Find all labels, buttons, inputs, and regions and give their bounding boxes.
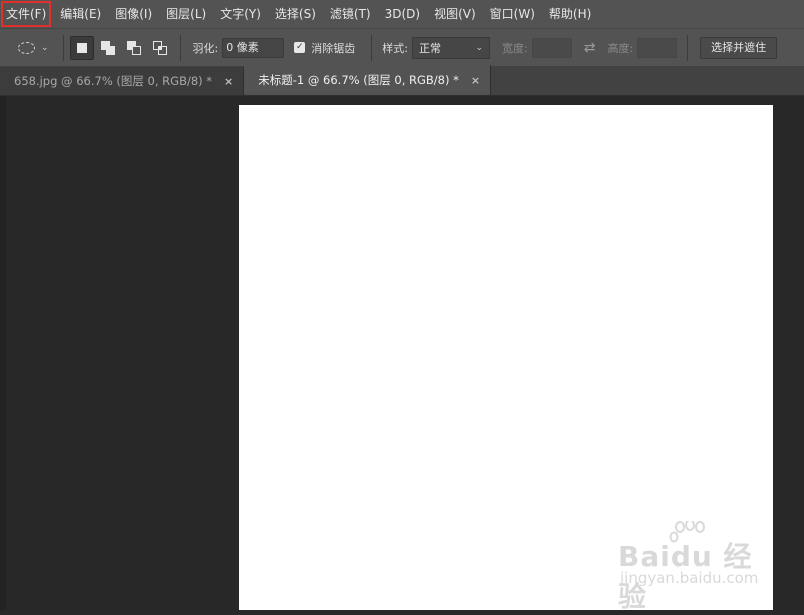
height-input[interactable] [637,37,678,58]
tab-label: 未标题-1 @ 66.7% (图层 0, RGB/8) * [258,73,459,87]
style-select[interactable]: 正常 ⌄ [411,36,490,59]
menu-file[interactable]: 文件(F) [0,0,52,28]
feather-input[interactable]: 0 像素 [222,37,285,58]
width-label: 宽度: [501,41,528,55]
subtract-from-selection-icon [126,40,141,55]
menu-layer[interactable]: 图层(L) [160,0,212,28]
antialias-checkbox[interactable]: ✓ [294,42,306,53]
options-bar: ⌄ 羽化: 0 像素 ✓ 消除锯齿 样式: 正常 ⌄ 宽度: ⇄ 高度: 选择并… [0,28,804,66]
subtract-from-selection-button[interactable] [122,36,146,60]
selection-mode-group [69,35,172,60]
swap-arrows-icon[interactable]: ⇄ [584,40,596,56]
menu-image[interactable]: 图像(I) [109,0,158,28]
chevron-down-icon: ⌄ [41,42,49,53]
menu-type[interactable]: 文字(Y) [214,0,267,28]
new-selection-button[interactable] [69,35,94,60]
tool-preset-picker[interactable]: ⌄ [18,41,49,54]
style-value: 正常 [418,41,441,55]
menu-help[interactable]: 帮助(H) [543,0,597,28]
divider [371,34,373,61]
checkmark-icon: ✓ [295,42,304,52]
divider [179,34,181,61]
style-label: 样式: [382,41,408,55]
close-icon[interactable]: × [471,74,480,87]
watermark-url: jingyan.baidu.com [620,569,759,587]
menu-window[interactable]: 窗口(W) [484,0,541,28]
menu-edit[interactable]: 编辑(E) [54,0,107,28]
select-and-mask-button[interactable]: 选择并遮住 [700,36,778,59]
menu-3d[interactable]: 3D(D) [379,0,426,28]
intersect-selection-button[interactable] [148,36,172,60]
toolbar-edge [0,96,6,610]
baidu-jingyan-watermark: Baidu 经验 jingyan.baidu.com [618,521,768,613]
menu-bar: 文件(F) 编辑(E) 图像(I) 图层(L) 文字(Y) 选择(S) 滤镜(T… [0,0,804,28]
new-selection-icon [76,42,87,53]
elliptical-marquee-icon [18,41,35,54]
width-input[interactable] [531,37,572,58]
tab-label: 658.jpg @ 66.7% (图层 0, RGB/8) * [14,74,213,88]
tab-658-jpg[interactable]: 658.jpg @ 66.7% (图层 0, RGB/8) * × [0,67,245,95]
menu-filter[interactable]: 滤镜(T) [324,0,377,28]
feather-label: 羽化: [192,41,219,55]
intersect-selection-icon [152,40,167,55]
close-icon[interactable]: × [224,75,233,88]
menu-select[interactable]: 选择(S) [269,0,322,28]
document-tab-bar: 658.jpg @ 66.7% (图层 0, RGB/8) * × 未标题-1 … [0,65,804,96]
divider [62,34,64,61]
antialias-label: 消除锯齿 [311,41,356,55]
add-to-selection-icon [100,40,115,55]
tab-untitled-1[interactable]: 未标题-1 @ 66.7% (图层 0, RGB/8) * × [244,65,492,95]
chevron-down-icon: ⌄ [475,42,483,53]
height-label: 高度: [607,41,634,55]
menu-view[interactable]: 视图(V) [428,0,482,28]
divider [687,34,689,61]
add-to-selection-button[interactable] [96,36,120,60]
